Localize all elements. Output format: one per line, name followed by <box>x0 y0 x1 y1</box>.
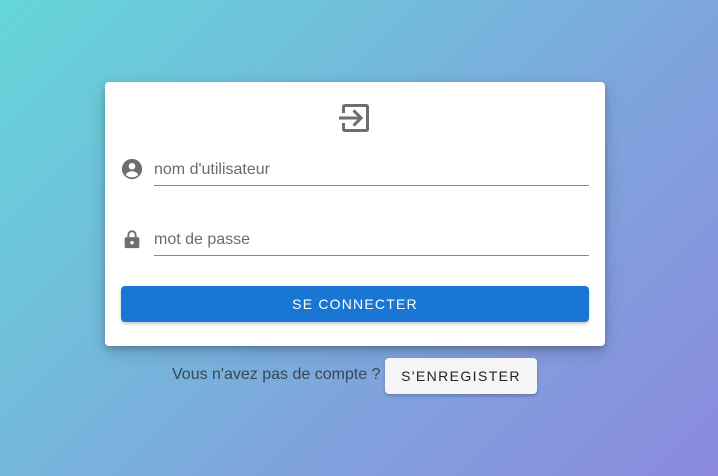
login-icon <box>339 104 369 132</box>
username-field <box>121 150 589 190</box>
username-input[interactable] <box>154 150 589 186</box>
login-card: SE CONNECTER <box>105 82 605 346</box>
register-button[interactable]: S'ENREGISTER <box>385 358 537 394</box>
account-circle-icon <box>121 158 143 180</box>
password-field <box>121 220 589 260</box>
login-button[interactable]: SE CONNECTER <box>121 286 589 322</box>
password-input[interactable] <box>154 220 589 256</box>
lock-icon <box>124 230 140 249</box>
signup-prompt: Vous n'avez pas de compte ? <box>172 366 381 383</box>
